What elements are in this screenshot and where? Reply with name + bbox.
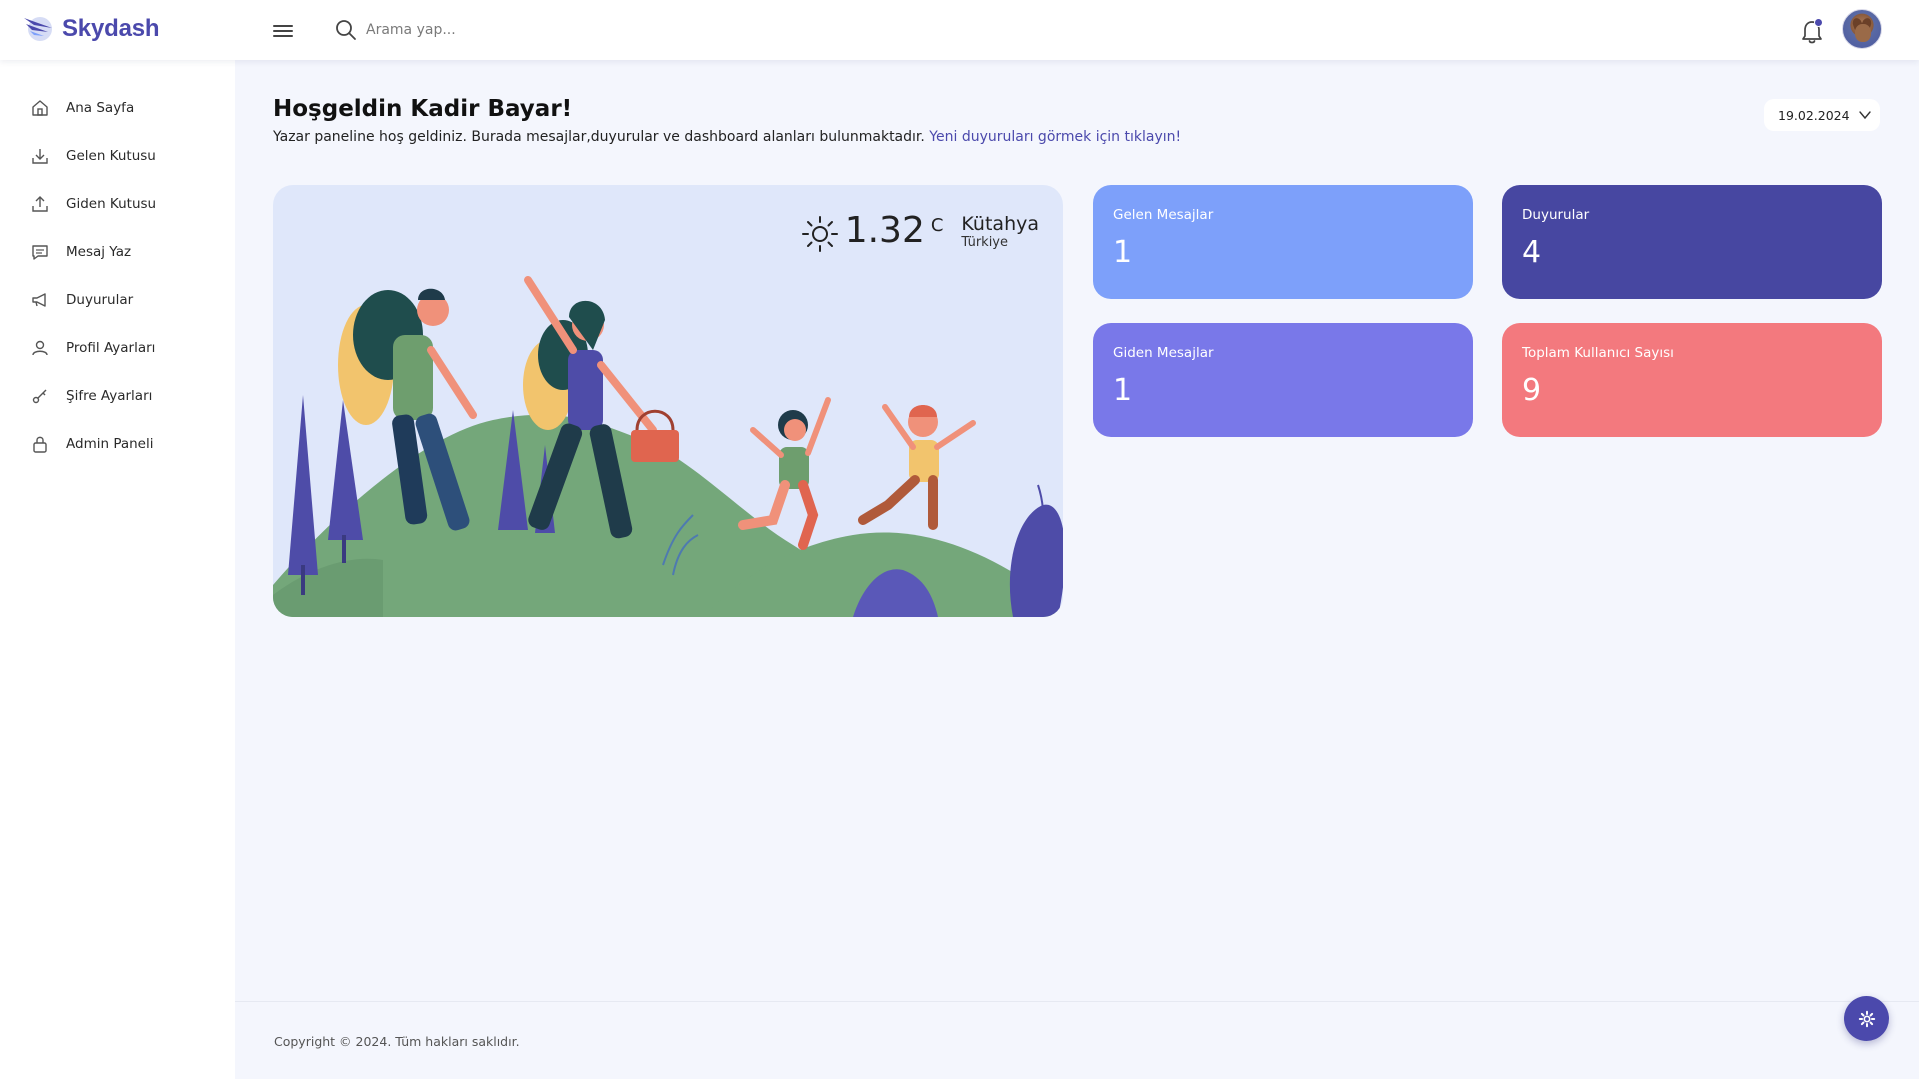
sidebar-item-profil-ayarlari[interactable]: Profil Ayarları — [30, 336, 155, 360]
inbox-download-icon — [32, 149, 48, 164]
stat-value: 9 — [1522, 373, 1542, 408]
stat-title: Toplam Kullanıcı Sayısı — [1522, 345, 1674, 361]
user-avatar[interactable] — [1842, 9, 1882, 49]
sidebar-item-sifre-ayarlari[interactable]: Şifre Ayarları — [30, 384, 152, 408]
stat-card-duyurular[interactable]: Duyurular 4 — [1502, 185, 1882, 299]
welcome-subtitle: Yazar paneline hoş geldiniz. Burada mesa… — [273, 129, 1181, 145]
sidebar-item-label: Profil Ayarları — [66, 340, 156, 356]
location-city: Kütahya — [961, 213, 1039, 235]
stat-value: 1 — [1113, 373, 1133, 408]
brand-name: Skydash — [62, 15, 160, 42]
lock-icon — [33, 436, 47, 453]
location-country: Türkiye — [961, 235, 1008, 250]
stat-title: Giden Mesajlar — [1113, 345, 1214, 361]
sidebar-item-admin-paneli[interactable]: Admin Paneli — [30, 432, 154, 456]
stat-card-giden-mesajlar[interactable]: Giden Mesajlar 1 — [1093, 323, 1473, 437]
stat-title: Gelen Mesajlar — [1113, 207, 1214, 223]
sidebar-item-giden-kutusu[interactable]: Giden Kutusu — [30, 192, 156, 216]
sidebar-item-label: Duyurular — [66, 292, 134, 308]
notification-button[interactable] — [1798, 18, 1826, 46]
sidebar-item-duyurular[interactable]: Duyurular — [30, 288, 133, 312]
outbox-upload-icon — [32, 196, 48, 212]
sidebar-item-label: Şifre Ayarları — [66, 388, 153, 404]
date-value: 19.02.2024 — [1778, 107, 1850, 123]
chevron-down-icon — [1858, 111, 1871, 120]
welcome-text: Yazar paneline hoş geldiniz. Burada mesa… — [273, 129, 925, 145]
brand[interactable]: Skydash — [22, 12, 160, 46]
sidebar-item-label: Gelen Kutusu — [66, 148, 156, 164]
stat-title: Duyurular — [1522, 207, 1590, 223]
temperature-value: 1.32 — [844, 210, 925, 251]
brand-logo-icon — [24, 17, 52, 41]
sidebar-item-mesaj-yaz[interactable]: Mesaj Yaz — [30, 240, 131, 264]
sidebar-item-label: Mesaj Yaz — [66, 244, 132, 260]
megaphone-icon — [32, 293, 46, 307]
temperature-unit: C — [930, 215, 944, 236]
search-bar — [334, 18, 686, 42]
date-dropdown[interactable]: 19.02.2024 — [1764, 99, 1880, 131]
sidebar-item-ana-sayfa[interactable]: Ana Sayfa — [30, 96, 134, 120]
sidebar-item-label: Admin Paneli — [66, 436, 154, 452]
weather-card: 1.32 C Kütahya Türkiye — [273, 185, 1063, 617]
weather-info: 1.32 C Kütahya Türkiye — [801, 211, 1039, 253]
sidebar: Ana Sayfa Gelen Kutusu Giden Kutusu Mesa… — [0, 60, 235, 1079]
gear-icon — [1858, 1010, 1875, 1027]
sidebar-item-gelen-kutusu[interactable]: Gelen Kutusu — [30, 144, 156, 168]
footer: Copyright © 2024. Tüm hakları saklıdır. — [235, 1001, 1919, 1079]
avatar-face — [1855, 24, 1871, 42]
stat-card-gelen-mesajlar[interactable]: Gelen Mesajlar 1 — [1093, 185, 1473, 299]
search-icon[interactable] — [334, 18, 358, 42]
stat-value: 1 — [1113, 235, 1133, 270]
copyright-text: Copyright © 2024. Tüm hakları saklıdır. — [274, 1034, 520, 1049]
settings-button[interactable] — [1844, 996, 1889, 1041]
search-input[interactable] — [366, 18, 686, 42]
home-icon — [32, 100, 48, 116]
message-icon — [32, 245, 48, 260]
key-icon — [32, 389, 47, 404]
stat-card-toplam-kullanici[interactable]: Toplam Kullanıcı Sayısı 9 — [1502, 323, 1882, 437]
main-content: Hoşgeldin Kadir Bayar! Yazar paneline ho… — [235, 60, 1919, 1079]
announcements-link[interactable]: Yeni duyuruları görmek için tıklayın! — [929, 129, 1181, 145]
sun-icon — [801, 216, 838, 252]
sidebar-item-label: Ana Sayfa — [66, 100, 135, 116]
stat-value: 4 — [1522, 235, 1542, 270]
page-title: Hoşgeldin Kadir Bayar! — [273, 96, 573, 122]
top-navbar: Skydash — [0, 0, 1919, 60]
user-icon — [32, 340, 48, 356]
hamburger-menu-icon[interactable] — [270, 18, 296, 44]
sidebar-item-label: Giden Kutusu — [66, 196, 157, 212]
notification-dot — [1814, 18, 1823, 27]
weather-location: Kütahya Türkiye — [961, 213, 1039, 251]
